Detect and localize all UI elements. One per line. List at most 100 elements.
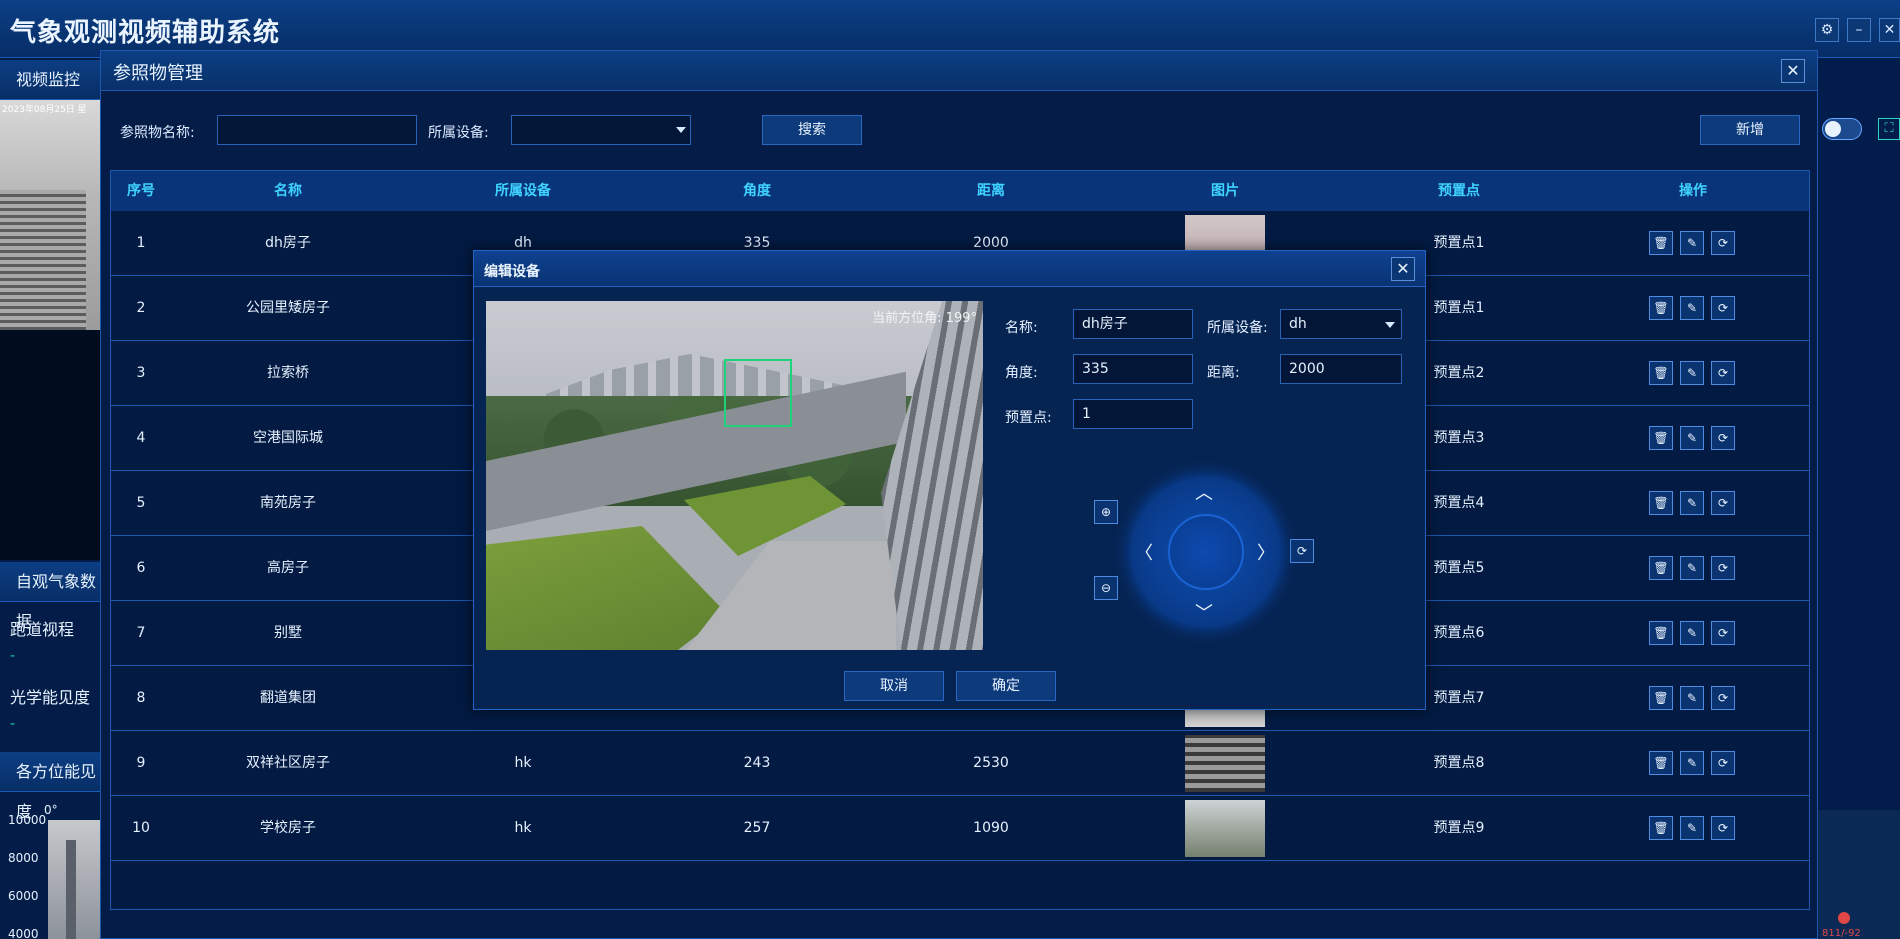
axis-tick-label: 6000: [8, 889, 39, 903]
refresh-button[interactable]: ⟳: [1711, 361, 1735, 385]
refresh-button[interactable]: ⟳: [1711, 816, 1735, 840]
pencil-icon: ✎: [1686, 691, 1698, 705]
refresh-button[interactable]: ⟳: [1711, 296, 1735, 320]
delete-button[interactable]: 🗑: [1649, 751, 1673, 775]
settings-button[interactable]: ⚙: [1815, 18, 1839, 42]
refresh-icon: ⟳: [1717, 236, 1729, 250]
delete-button[interactable]: 🗑: [1649, 621, 1673, 645]
name-input[interactable]: dh房子: [1073, 309, 1193, 339]
cell-index: 7: [136, 625, 146, 641]
reference-marker-box[interactable]: [724, 359, 792, 427]
ptz-center-button[interactable]: [1168, 514, 1244, 590]
refresh-button[interactable]: ⟳: [1711, 621, 1735, 645]
preset-label: 预置点:: [1005, 410, 1052, 426]
cell-name: 别墅: [274, 625, 302, 641]
optical-visibility-label: 光学能见度: [10, 688, 91, 707]
cell-index: 3: [136, 365, 146, 381]
edit-dialog-close-button[interactable]: ✕: [1391, 257, 1415, 281]
device-filter-select[interactable]: [511, 115, 691, 145]
edit-button[interactable]: ✎: [1680, 296, 1704, 320]
pencil-icon: ✎: [1686, 821, 1698, 835]
ptz-right-icon[interactable]: 〉: [1257, 539, 1275, 565]
cell-index: 5: [136, 495, 146, 511]
app-title: 气象观测视频辅助系统: [10, 18, 281, 48]
pencil-icon: ✎: [1686, 626, 1698, 640]
directional-visibility-tab[interactable]: 各方位能见度: [0, 752, 100, 821]
distance-input[interactable]: 2000: [1280, 354, 1402, 384]
cell-index: 2: [136, 300, 146, 316]
add-button[interactable]: 新增: [1700, 115, 1800, 145]
ptz-up-icon[interactable]: ︿: [1195, 479, 1213, 505]
dialog-close-button[interactable]: ✕: [1781, 59, 1805, 83]
expand-button[interactable]: ⛶: [1878, 118, 1900, 140]
delete-button[interactable]: 🗑: [1649, 491, 1673, 515]
ptz-control[interactable]: ︿ ﹀ 〈 〉: [1131, 477, 1281, 627]
confirm-button[interactable]: 确定: [956, 671, 1056, 701]
column-header: 距离: [977, 183, 1005, 199]
refresh-button[interactable]: ⟳: [1711, 426, 1735, 450]
trash-icon: 🗑: [1653, 496, 1669, 510]
refresh-button[interactable]: ⟳: [1711, 556, 1735, 580]
close-icon: ✕: [1786, 61, 1800, 80]
distance-label: 距离:: [1207, 365, 1240, 381]
table-header: 序号 名称 所属设备 角度 距离 图片 预置点 操作: [111, 171, 1809, 211]
reference-thumbnail[interactable]: [1185, 800, 1265, 857]
device-select[interactable]: dh: [1280, 309, 1402, 339]
refresh-icon: ⟳: [1717, 821, 1729, 835]
edit-button[interactable]: ✎: [1680, 686, 1704, 710]
refresh-icon: ⟳: [1296, 544, 1308, 558]
refresh-button[interactable]: ⟳: [1711, 686, 1735, 710]
cell-angle: 257: [743, 820, 771, 836]
ptz-reset-button[interactable]: ⟳: [1290, 539, 1314, 563]
display-toggle[interactable]: [1822, 118, 1862, 140]
refresh-button[interactable]: ⟳: [1711, 751, 1735, 775]
reference-thumbnail[interactable]: [1185, 735, 1265, 792]
ptz-left-icon[interactable]: 〈: [1135, 539, 1153, 565]
cell-index: 8: [136, 690, 146, 706]
gear-icon: ⚙: [1820, 22, 1834, 38]
refresh-button[interactable]: ⟳: [1711, 231, 1735, 255]
app-close-button[interactable]: ✕: [1879, 18, 1900, 42]
delete-button[interactable]: 🗑: [1649, 426, 1673, 450]
trash-icon: 🗑: [1653, 301, 1669, 315]
edit-button[interactable]: ✎: [1680, 426, 1704, 450]
camera-preview[interactable]: 2023年08月25日 星: [0, 100, 100, 330]
delete-button[interactable]: 🗑: [1649, 231, 1673, 255]
cell-preset: 预置点9: [1433, 820, 1485, 836]
delete-button[interactable]: 🗑: [1649, 556, 1673, 580]
name-filter-input[interactable]: [217, 115, 417, 145]
angle-input[interactable]: 335: [1073, 354, 1193, 384]
edit-button[interactable]: ✎: [1680, 621, 1704, 645]
video-monitor-tab[interactable]: 视频监控: [0, 60, 100, 100]
cell-name: 双祥社区房子: [246, 755, 330, 771]
preset-input[interactable]: 1: [1073, 399, 1193, 429]
delete-button[interactable]: 🗑: [1649, 296, 1673, 320]
search-button[interactable]: 搜索: [762, 115, 862, 145]
dialog-title: 参照物管理: [113, 63, 203, 84]
edit-button[interactable]: ✎: [1680, 751, 1704, 775]
cell-name: 空港国际城: [253, 430, 323, 446]
delete-button[interactable]: 🗑: [1649, 816, 1673, 840]
edit-button[interactable]: ✎: [1680, 816, 1704, 840]
delete-button[interactable]: 🗑: [1649, 686, 1673, 710]
edit-button[interactable]: ✎: [1680, 556, 1704, 580]
edit-button[interactable]: ✎: [1680, 361, 1704, 385]
zoom-out-button[interactable]: ⊖: [1094, 576, 1118, 600]
axis-tick-label: 10000: [8, 813, 47, 827]
refresh-button[interactable]: ⟳: [1711, 491, 1735, 515]
edit-button[interactable]: ✎: [1680, 491, 1704, 515]
ptz-down-icon[interactable]: ﹀: [1195, 599, 1213, 625]
weather-data-tab[interactable]: 自观气象数据: [0, 562, 100, 631]
edit-button[interactable]: ✎: [1680, 231, 1704, 255]
chevron-down-icon: [676, 127, 686, 133]
camera-empty-slot[interactable]: [0, 330, 100, 560]
cancel-button[interactable]: 取消: [844, 671, 944, 701]
minimize-button[interactable]: –: [1847, 18, 1871, 42]
zoom-in-button[interactable]: ⊕: [1094, 500, 1118, 524]
trash-icon: 🗑: [1653, 366, 1669, 380]
delete-button[interactable]: 🗑: [1649, 361, 1673, 385]
camera-video-view[interactable]: 当前方位角: 199°: [486, 301, 983, 650]
refresh-icon: ⟳: [1717, 431, 1729, 445]
status-dot: [1838, 912, 1850, 924]
trash-icon: 🗑: [1653, 756, 1669, 770]
